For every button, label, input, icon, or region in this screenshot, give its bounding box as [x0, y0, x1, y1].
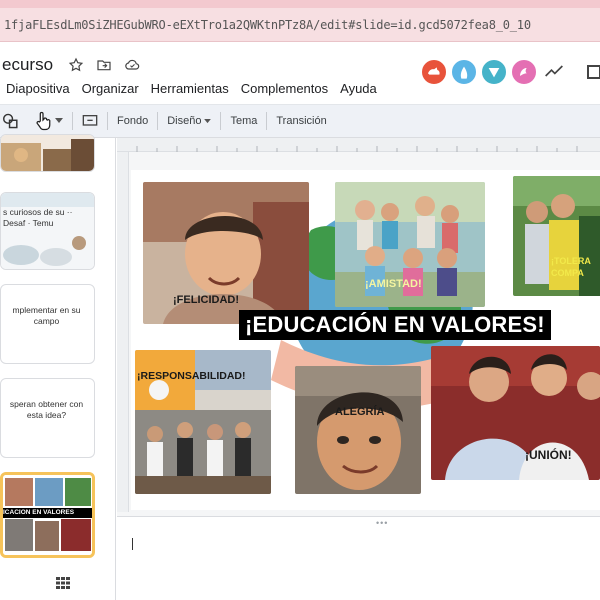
menu-bar: Diapositiva Organizar Herramientas Compl…: [0, 76, 377, 100]
star-icon[interactable]: [67, 56, 85, 74]
shapes-icon: [2, 113, 18, 129]
label-responsabilidad: ¡RESPONSABILIDAD!: [137, 370, 246, 382]
move-to-folder-icon[interactable]: [95, 56, 113, 74]
hand-pointer-icon: [36, 111, 51, 131]
text-cursor: [132, 538, 133, 550]
label-union: ¡UNIÓN!: [525, 448, 572, 462]
slide[interactable]: ¡FELICIDAD! ¡AMISTAD! ¡TOLERA COMPA ¡EDU…: [131, 170, 600, 510]
photo-responsabilidad[interactable]: ¡RESPONSABILIDAD!: [135, 350, 271, 494]
address-bar[interactable]: 1fjaFLEsdLm0SiZHEGubWRO-eEXtTro1a2QWKtnP…: [0, 8, 600, 42]
menu-organizar[interactable]: Organizar: [82, 81, 139, 96]
photo-amistad[interactable]: ¡AMISTAD!: [335, 182, 485, 307]
slide-thumbnail-selected[interactable]: ICACIÓN EN VALORES: [0, 472, 95, 558]
shapes-tool[interactable]: [0, 113, 27, 129]
menu-ayuda[interactable]: Ayuda: [340, 81, 377, 96]
slide-filmstrip: s curiosos de su ·· Desaf · Temu mplemen…: [0, 134, 116, 600]
grid-view-icon[interactable]: [56, 576, 70, 594]
horizontal-ruler: [117, 138, 600, 152]
avatar[interactable]: [510, 58, 538, 86]
thumbnail-text: ICACIÓN EN VALORES: [3, 509, 75, 516]
photo-alegria[interactable]: ALEGRÍA: [295, 366, 421, 494]
chevron-down-icon: [55, 118, 63, 123]
toolbar: Fondo Diseño Tema Transición: [0, 104, 600, 138]
comments-icon[interactable]: [586, 64, 600, 85]
vertical-ruler: [117, 152, 129, 512]
slide-thumbnail[interactable]: s curiosos de su ·· Desaf · Temu: [0, 192, 95, 270]
menu-complementos[interactable]: Complementos: [241, 81, 328, 96]
document-title[interactable]: ecurso: [2, 55, 53, 75]
label-tolerancia-1: ¡TOLERA: [551, 256, 591, 266]
thumbnail-text: s curiosos de su ·· Desaf · Temu: [3, 207, 73, 228]
transition-button[interactable]: Transición: [269, 115, 333, 127]
browser-tab-strip: [0, 0, 600, 8]
cursor-tool[interactable]: [27, 110, 70, 132]
label-tolerancia-2: COMPA: [551, 268, 584, 278]
photo-union[interactable]: ¡UNIÓN!: [431, 346, 600, 480]
notes-resize-handle[interactable]: •••: [376, 518, 388, 528]
photo-tolerancia[interactable]: ¡TOLERA COMPA: [513, 176, 600, 296]
cloud-saved-icon[interactable]: [123, 56, 141, 74]
menu-diapositiva[interactable]: Diapositiva: [6, 81, 70, 96]
comment-tool[interactable]: [75, 114, 105, 128]
collaborator-avatars: [420, 58, 538, 86]
slide-thumbnail[interactable]: [0, 134, 95, 172]
background-button[interactable]: Fondo: [110, 115, 155, 127]
activity-dashboard-icon[interactable]: [544, 64, 564, 83]
avatar[interactable]: [450, 58, 478, 86]
app-root: 1fjaFLEsdLm0SiZHEGubWRO-eEXtTro1a2QWKtnP…: [0, 0, 600, 600]
add-comment-icon: [82, 115, 98, 126]
slide-thumbnail[interactable]: speran obtener con esta idea?: [0, 378, 95, 458]
chevron-down-icon: [204, 118, 212, 123]
avatar[interactable]: [420, 58, 448, 86]
slide-title-banner[interactable]: ¡EDUCACIÓN EN VALORES!: [239, 310, 551, 340]
url-text: 1fjaFLEsdLm0SiZHEGubWRO-eEXtTro1a2QWKtnP…: [4, 17, 531, 32]
speaker-notes[interactable]: [117, 516, 600, 600]
slide-thumbnail[interactable]: mplementar en su campo: [0, 284, 95, 364]
label-amistad: ¡AMISTAD!: [365, 278, 422, 290]
photo-felicidad[interactable]: ¡FELICIDAD!: [143, 182, 309, 324]
label-felicidad: ¡FELICIDAD!: [173, 294, 239, 306]
theme-button[interactable]: Tema: [223, 115, 264, 127]
menu-herramientas[interactable]: Herramientas: [151, 81, 229, 96]
thumbnail-text: speran obtener con esta idea?: [9, 399, 84, 420]
thumbnail-text: mplementar en su campo: [12, 305, 81, 326]
layout-button[interactable]: Diseño: [160, 115, 218, 127]
avatar[interactable]: [480, 58, 508, 86]
label-alegria: ALEGRÍA: [335, 406, 385, 418]
